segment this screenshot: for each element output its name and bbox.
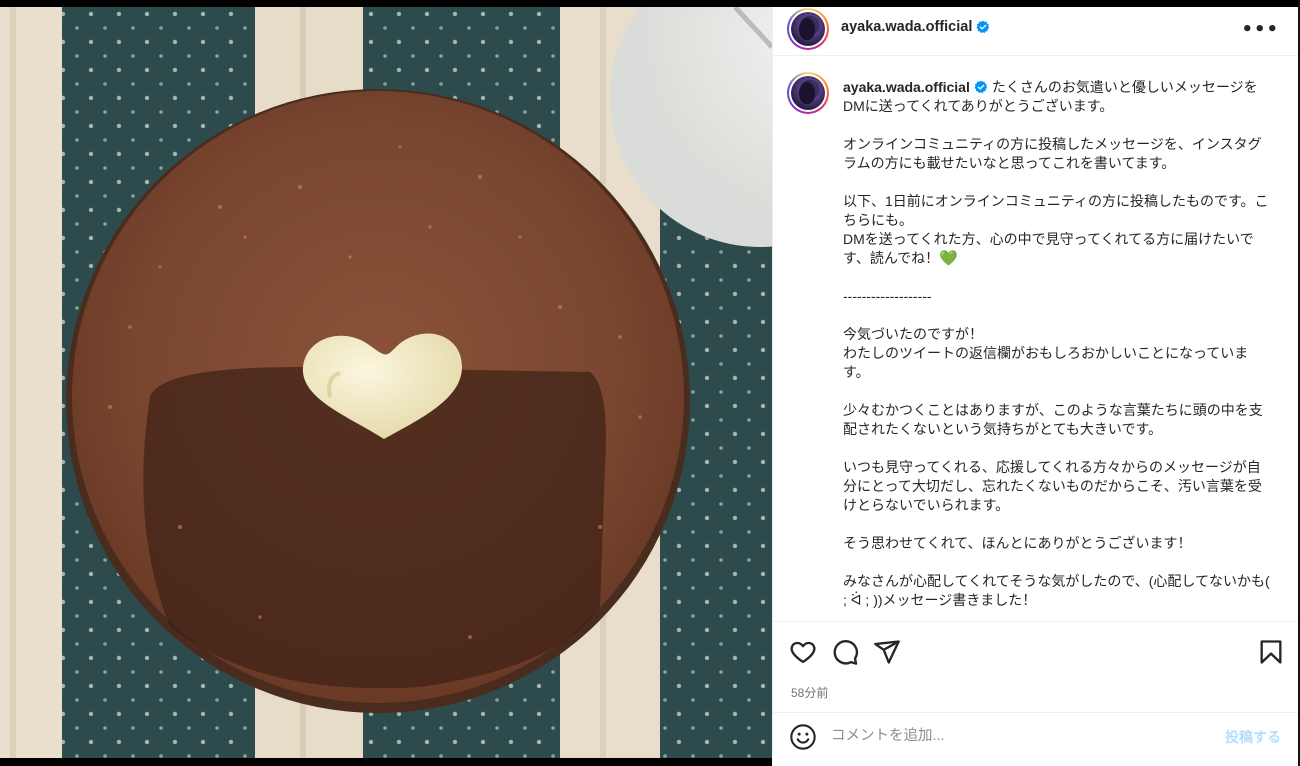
- more-horizontal-icon[interactable]: •••: [1241, 19, 1279, 40]
- post-timestamp[interactable]: 58分前: [791, 684, 828, 701]
- caption-section: ayaka.wada.official たくさんのお気遣いと優しいメッセージをDM…: [773, 57, 1299, 621]
- comment-icon[interactable]: [831, 638, 859, 666]
- username-link[interactable]: ayaka.wada.official: [841, 19, 990, 35]
- caption-author[interactable]: ayaka.wada.official: [843, 79, 970, 95]
- caption-paragraph: 今気づいたのですが！ わたしのツイートの返信欄がおもしろおかしいことになっていま…: [843, 326, 1249, 380]
- verified-badge-icon: [976, 20, 990, 34]
- avatar[interactable]: [787, 72, 829, 114]
- caption-paragraph: そう思わせてくれて、ほんとにありがとうございます！: [843, 535, 1192, 551]
- window-top-border: [0, 0, 1300, 7]
- green-heart-icon: 💚: [939, 250, 958, 267]
- send-icon[interactable]: [873, 638, 901, 666]
- caption-paragraph: 少々むかつくことはありますが、このような言葉たちに頭の中を支配されたくないという…: [843, 402, 1263, 437]
- window-bottom-border: [0, 758, 772, 766]
- avatar[interactable]: [787, 8, 829, 50]
- comment-bar: 投稿する: [773, 712, 1299, 758]
- caption-paragraph: ayaka.wada.official たくさんのお気遣いと優しいメッセージをDM…: [843, 79, 1258, 114]
- username-text[interactable]: ayaka.wada.official: [841, 19, 972, 35]
- smiley-icon[interactable]: [789, 723, 817, 751]
- tiramisu-photo: [0, 7, 772, 758]
- heart-icon[interactable]: [789, 638, 817, 666]
- post-comment-button[interactable]: 投稿する: [1225, 727, 1281, 747]
- caption-paragraph: オンラインコミュニティの方に投稿したメッセージを、インスタグラムの方にも載せたい…: [843, 136, 1262, 171]
- comment-input[interactable]: [831, 724, 1201, 748]
- caption-paragraph: いつも見守ってくれる、応援してくれる方々からのメッセージが自分にとって大切だし、…: [843, 459, 1262, 513]
- verified-badge-icon: [974, 80, 988, 94]
- caption-paragraph: 以下、1日前にオンラインコミュニティの方に投稿したものです。こちらにも。 DMを…: [843, 193, 1269, 267]
- action-bar: 58分前: [773, 621, 1299, 715]
- post-detail-panel: ayaka.wada.official ••• ayaka.wada.offic…: [772, 7, 1299, 758]
- caption-divider: -------------------: [843, 288, 932, 304]
- caption-text: ayaka.wada.official たくさんのお気遣いと優しいメッセージをDM…: [843, 78, 1271, 621]
- post-image[interactable]: [0, 7, 772, 758]
- bookmark-icon[interactable]: [1257, 638, 1285, 666]
- post-header: ayaka.wada.official •••: [773, 7, 1299, 56]
- caption-paragraph: みなさんが心配してくれてそうな気がしたので、(心配してないかも( ; ᐛ ; )…: [843, 573, 1274, 608]
